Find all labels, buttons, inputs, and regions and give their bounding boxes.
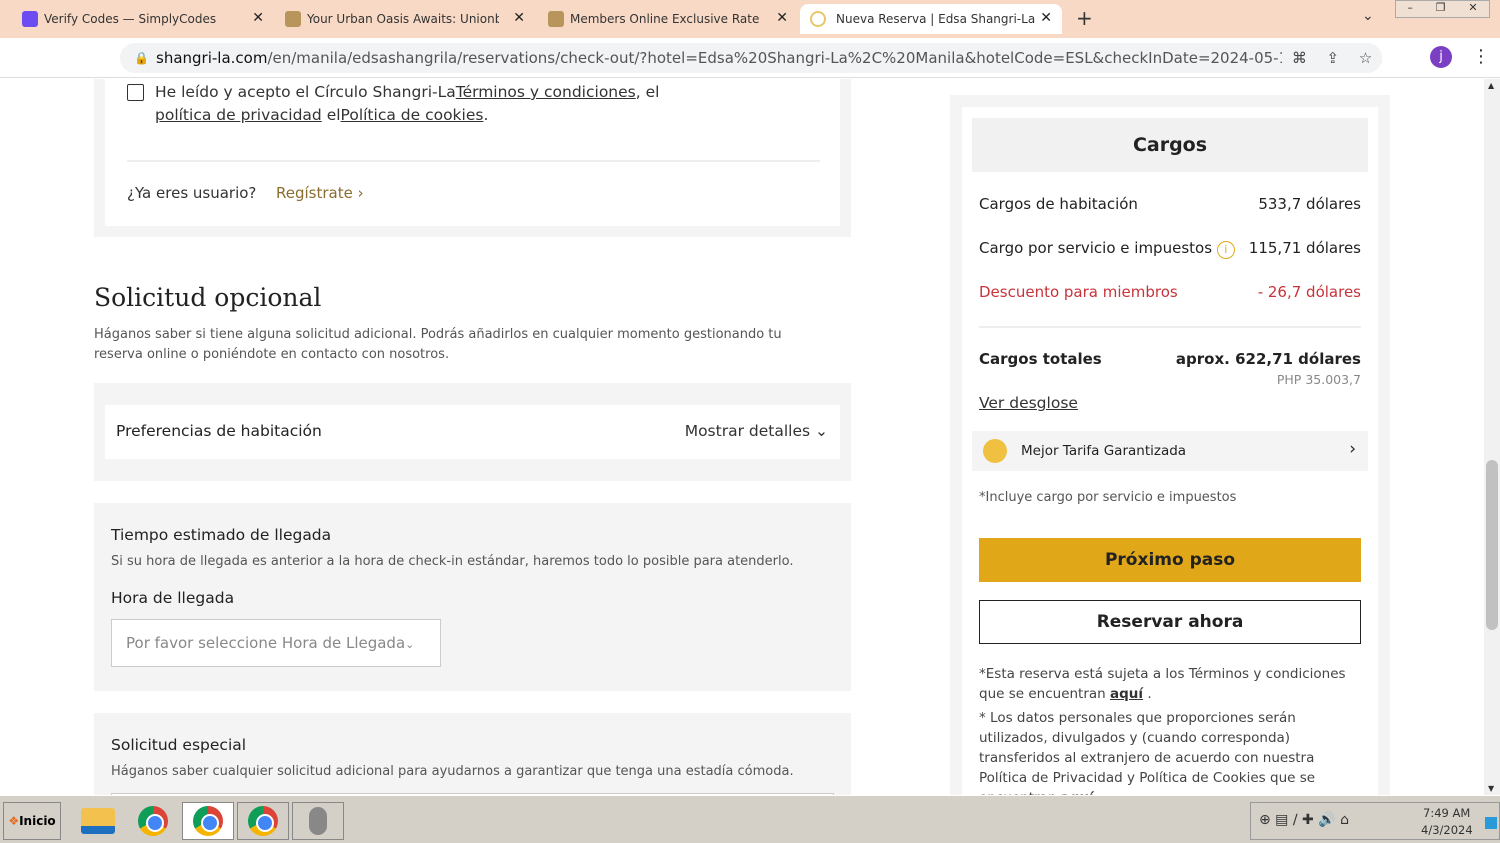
optional-request-desc: Háganos saber si tiene alguna solicitud … — [94, 327, 782, 362]
clock-time: 7:49 AM — [1423, 806, 1471, 820]
chrome-profile-d-icon[interactable] — [237, 802, 289, 840]
book-now-button[interactable]: Reservar ahora — [979, 600, 1361, 644]
show-desktop-icon[interactable] — [1485, 817, 1497, 829]
profile-avatar[interactable]: j — [1430, 46, 1452, 68]
arrival-section: Tiempo estimado de llegada Si su hora de… — [94, 503, 851, 691]
tab-verify-codes[interactable]: Verify Codes — SimplyCodes ✕ — [22, 4, 264, 34]
window-controls[interactable]: – ❐ ✕ — [1395, 0, 1490, 18]
existing-user-text: ¿Ya eres usuario? — [127, 184, 257, 202]
shangrila-icon — [810, 11, 826, 27]
tab-members-rate[interactable]: Members Online Exclusive Rate ✕ — [548, 4, 788, 34]
divider — [127, 160, 820, 162]
member-discount-row: Descuento para miembros - 26,7 dólares — [979, 283, 1361, 301]
scrollbar-thumb[interactable] — [1486, 460, 1498, 630]
new-tab-button[interactable]: + — [1076, 6, 1093, 30]
mouse-icon[interactable] — [292, 802, 344, 840]
chrome-profile-j-icon[interactable] — [182, 802, 234, 840]
room-preferences-row[interactable]: Preferencias de habitación Mostrar detal… — [105, 405, 840, 459]
room-charges-row: Cargos de habitación 533,7 dólares — [979, 195, 1361, 213]
address-bar[interactable]: 🔒 shangri-la.com/en/manila/edsashangrila… — [120, 43, 1382, 73]
clock-date: 4/3/2024 — [1421, 823, 1473, 837]
chevron-down-icon: ⌄ — [405, 638, 415, 651]
taskbar: ❖ Inicio ⊕ ▤ ∕ ✚ 🔊 ⌂ 7:49 AM 4/3/2024 — [0, 795, 1500, 843]
close-tab-icon[interactable]: ✕ — [776, 10, 788, 26]
close-tab-icon[interactable]: ✕ — [252, 10, 264, 26]
share-icon[interactable]: ⇪ — [1326, 43, 1339, 73]
terms-card: He leído y acepto el Círculo Shangri-LaT… — [105, 79, 840, 226]
info-icon[interactable]: i — [1216, 241, 1235, 259]
register-link[interactable]: Regístrate › — [276, 184, 364, 202]
terms-checkbox[interactable] — [127, 84, 144, 101]
show-details-toggle[interactable]: Mostrar detalles ⌄ — [685, 422, 828, 440]
cookies-link[interactable]: Política de cookies — [341, 106, 484, 124]
system-tray: ⊕ ▤ ∕ ✚ 🔊 ⌂ 7:49 AM 4/3/2024 — [1250, 802, 1500, 840]
charges-title: Cargos — [972, 118, 1368, 172]
close-tab-icon[interactable]: ✕ — [1040, 10, 1052, 26]
tab-urban-oasis[interactable]: Your Urban Oasis Awaits: Unionbank✕ — [285, 4, 525, 34]
start-button[interactable]: ❖ Inicio — [3, 802, 61, 840]
terms-here-link[interactable]: aquí — [1110, 686, 1143, 702]
tab-bar: Verify Codes — SimplyCodes ✕ Your Urban O… — [0, 0, 1500, 38]
terms-text: He leído y acepto el Círculo Shangri-LaT… — [155, 83, 660, 124]
optional-request-title: Solicitud opcional — [94, 283, 322, 312]
tab-nueva-reserva[interactable]: Nueva Reserva | Edsa Shangri-La, M ✕ — [800, 4, 1062, 34]
privacy-note: * Los datos personales que proporciones … — [979, 708, 1364, 808]
special-request-section: Solicitud especial Háganos saber cualqui… — [94, 713, 851, 795]
translate-icon[interactable]: ⌘ — [1292, 43, 1307, 73]
file-explorer-icon[interactable] — [72, 802, 124, 840]
divider — [979, 326, 1361, 328]
close-tab-icon[interactable]: ✕ — [513, 10, 525, 26]
terms-note: *Esta reserva está sujeta a los Términos… — [979, 666, 1346, 702]
bookmark-star-icon[interactable]: ☆ — [1359, 43, 1372, 73]
total-charges-row: Cargos totales aprox. 622,71 dólares — [979, 350, 1361, 368]
windows-logo-icon: ❖ — [8, 814, 20, 828]
shangrila-icon — [285, 11, 301, 27]
tab-search-chevron-icon[interactable]: ⌄ — [1362, 8, 1374, 24]
close-window-icon[interactable]: ✕ — [1468, 1, 1477, 17]
minimize-icon[interactable]: – — [1407, 1, 1413, 17]
best-rate-badge-icon — [983, 439, 1007, 463]
service-charges-row: Cargo por servicio e impuestos i 115,71 d… — [979, 239, 1361, 259]
shangrila-icon — [548, 11, 564, 27]
next-step-button[interactable]: Próximo paso — [979, 538, 1361, 582]
menu-icon[interactable]: ⋮ — [1472, 46, 1490, 67]
view-breakdown-link[interactable]: Ver desglose — [979, 394, 1078, 412]
lock-icon: 🔒 — [134, 51, 149, 65]
total-php: PHP 35.003,7 — [1276, 372, 1361, 387]
best-rate-banner[interactable]: Mejor Tarifa Garantizada › — [972, 431, 1368, 471]
chrome-icon[interactable] — [127, 802, 179, 840]
chevron-right-icon: › — [1349, 439, 1356, 459]
chevron-down-icon: ⌄ — [815, 422, 828, 440]
scrollbar[interactable]: ▲ ▼ — [1484, 79, 1500, 795]
restore-icon[interactable]: ❐ — [1436, 1, 1446, 17]
simplycodes-icon — [22, 11, 38, 27]
terms-link[interactable]: Términos y condiciones — [456, 83, 636, 101]
arrival-time-select[interactable]: Por favor seleccione Hora de Llegada⌄ — [111, 619, 441, 667]
tray-icons[interactable]: ⊕ ▤ ∕ ✚ 🔊 ⌂ — [1259, 812, 1349, 828]
includes-note: *Incluye cargo por servicio e impuestos — [979, 490, 1237, 505]
privacy-link[interactable]: política de privacidad — [155, 106, 322, 124]
